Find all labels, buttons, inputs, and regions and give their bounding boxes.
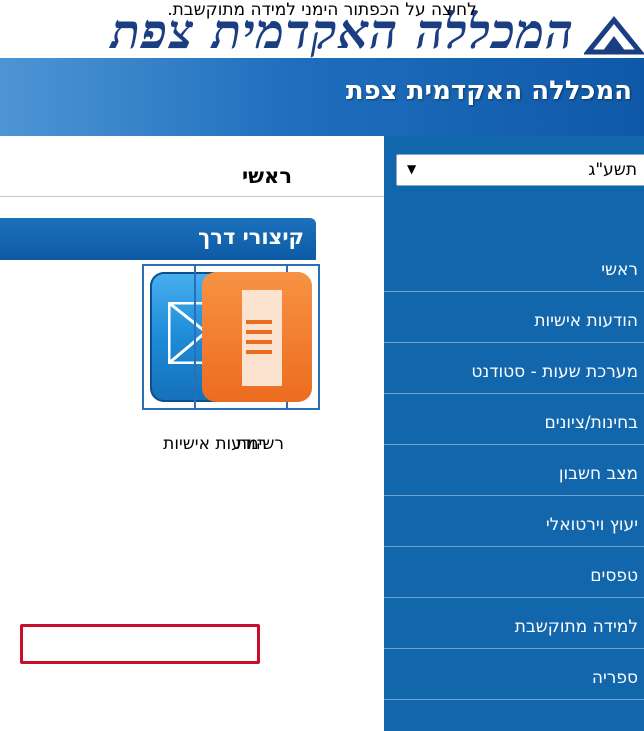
- sidebar-item-label: ראשי: [601, 260, 638, 280]
- sidebar-item-e-learning[interactable]: למידה מתוקשבת: [384, 598, 644, 649]
- page-title: ראשי: [241, 164, 292, 188]
- site-banner: המכללה האקדמית צפת: [0, 58, 644, 136]
- sidebar-item-label: ספריה: [591, 668, 638, 688]
- instruction-caption: לחיצה על הכפתור הימני למידה מתוקשבת.: [167, 0, 477, 20]
- sidebar-nav: ראשי הודעות אישיות מערכת שעות - סטודנט ב…: [384, 191, 644, 700]
- sidebar-item-label: מערכת שעות - סטודנט: [471, 362, 638, 382]
- sidebar-item-label: למידה מתוקשבת: [514, 617, 638, 637]
- sidebar-item-label: יעוץ וירטואלי: [545, 515, 638, 535]
- tile-frame[interactable]: [194, 264, 320, 410]
- dropdown-caret-icon: ▼: [407, 162, 417, 176]
- document-list-icon: [202, 272, 312, 402]
- sidebar-item-library[interactable]: ספריה: [384, 649, 644, 700]
- sidebar: ▼ תשע"ג ראשי הודעות אישיות מערכת שעות - …: [384, 136, 644, 731]
- year-select[interactable]: ▼ תשע"ג: [396, 154, 644, 186]
- heading-divider: [0, 196, 384, 197]
- sidebar-item-label: טפסים: [590, 566, 638, 586]
- shortcuts-title: קיצורי דרך: [198, 225, 304, 249]
- sidebar-item-virtual-advice[interactable]: יעוץ וירטואלי: [384, 496, 644, 547]
- sidebar-item-label: הודעות אישיות: [534, 311, 638, 331]
- year-select-value: תשע"ג: [588, 160, 637, 180]
- sidebar-item-forms[interactable]: טפסים: [384, 547, 644, 598]
- sidebar-item-home[interactable]: ראשי: [384, 191, 644, 292]
- sidebar-item-exams-grades[interactable]: בחינות/ציונים: [384, 394, 644, 445]
- sidebar-item-personal-messages[interactable]: הודעות אישיות: [384, 292, 644, 343]
- logo-mark-icon: [584, 16, 644, 55]
- tile-label: רשימת: [235, 434, 284, 454]
- banner-title: המכללה האקדמית צפת: [345, 76, 632, 106]
- sidebar-item-account-status[interactable]: מצב חשבון: [384, 445, 644, 496]
- sidebar-item-label: בחינות/ציונים: [544, 413, 638, 433]
- sidebar-item-student-schedule[interactable]: מערכת שעות - סטודנט: [384, 343, 644, 394]
- e-learning-highlight-box: [20, 624, 260, 664]
- shortcuts-header: קיצורי דרך: [0, 218, 316, 260]
- sidebar-item-label: מצב חשבון: [558, 464, 638, 484]
